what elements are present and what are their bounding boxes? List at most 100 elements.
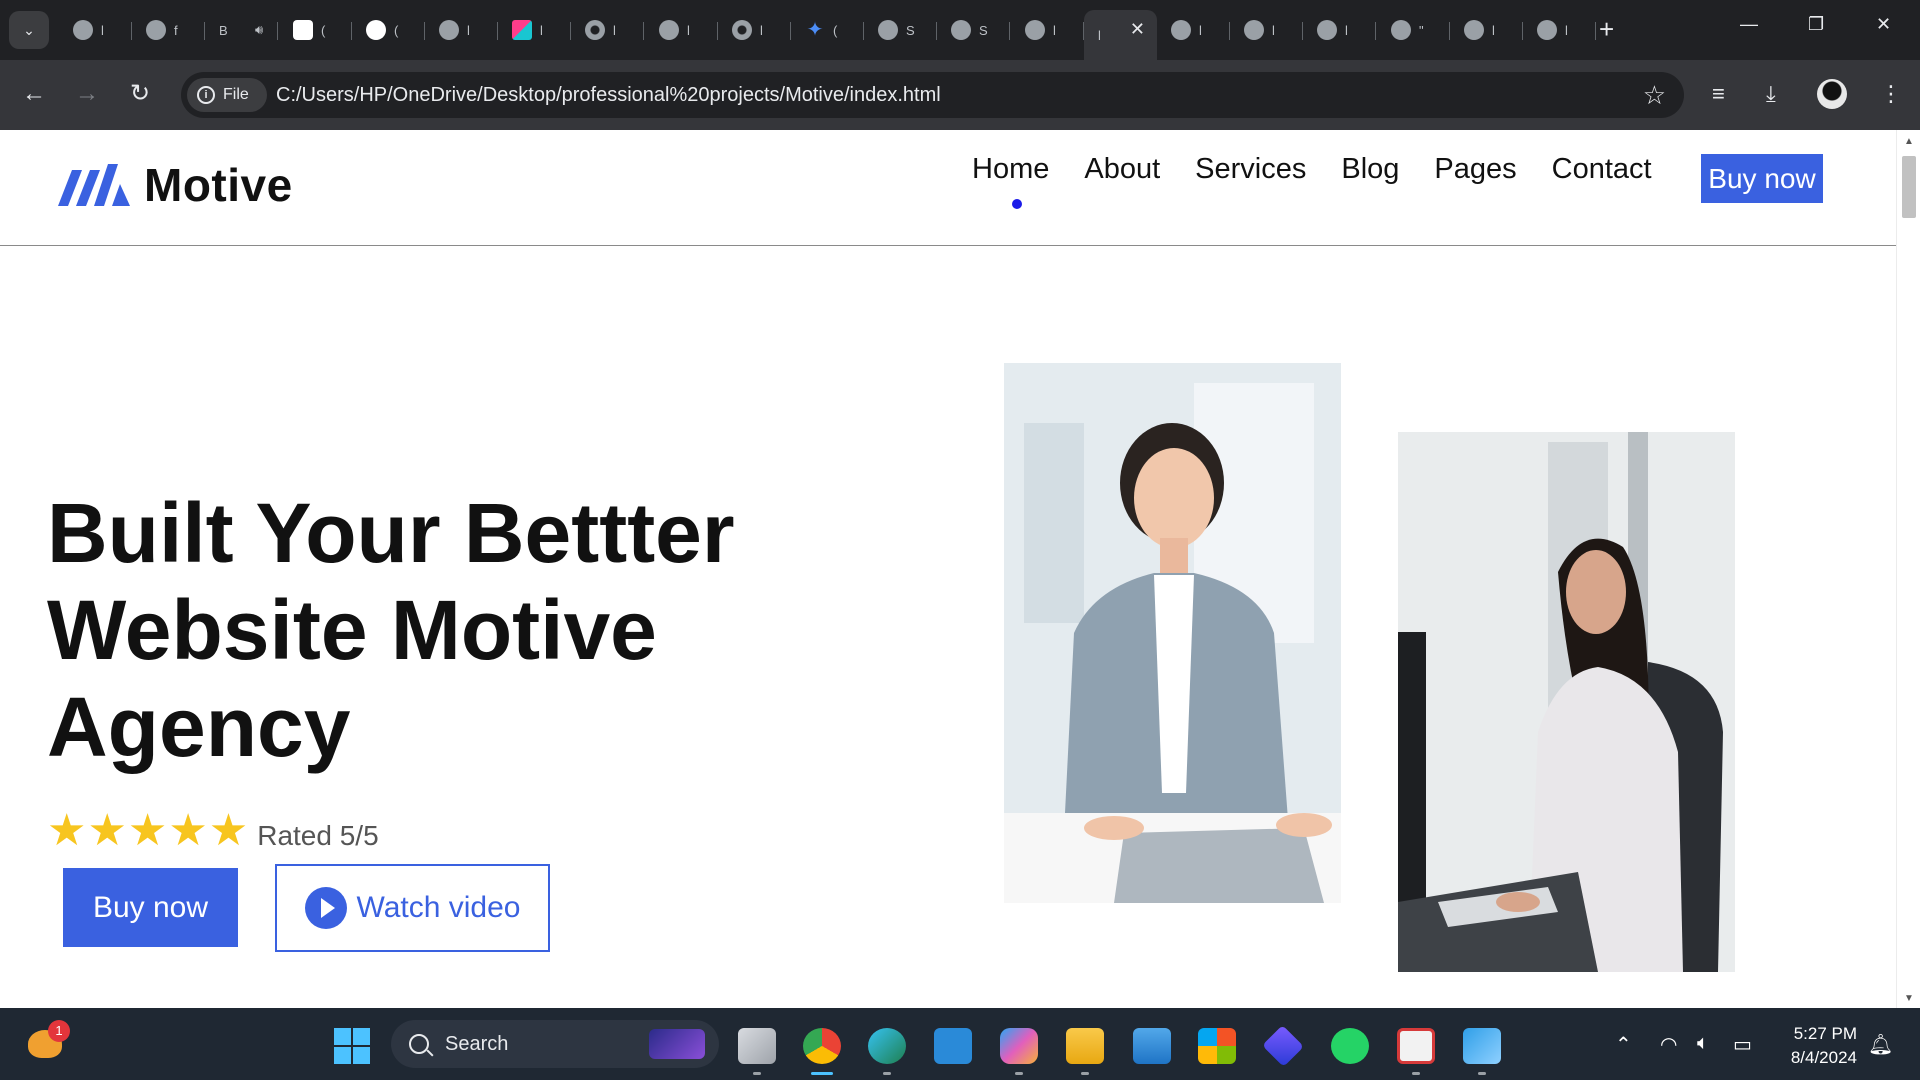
tab-search-button[interactable]: ⌄ [9, 11, 49, 49]
page-scrollbar[interactable]: ▲ ▼ [1896, 130, 1920, 1008]
windows-taskbar: 1 Search ⌃ ◠ 🔈︎ ▭ 5:27 PM 8/4/2024 🔔︎ [0, 1008, 1920, 1080]
browser-tab[interactable]: l [645, 10, 718, 50]
tab-title: " [1419, 22, 1424, 38]
tab-title: l [760, 22, 763, 38]
vscode-icon[interactable] [934, 1028, 972, 1064]
close-tab-icon[interactable]: ✕ [1130, 19, 1145, 40]
brand-logo[interactable]: Motive [58, 158, 293, 212]
browser-tab[interactable]: l [1303, 10, 1376, 50]
nav-pages[interactable]: Pages [1434, 153, 1516, 186]
browser-tab[interactable]: " [1377, 10, 1450, 50]
scroll-thumb[interactable] [1902, 156, 1916, 218]
globe-icon [1317, 20, 1337, 40]
browser-tab[interactable]: l [1011, 10, 1084, 50]
scroll-down-arrow-icon[interactable]: ▼ [1904, 993, 1914, 1004]
copilot-icon[interactable] [1000, 1028, 1038, 1064]
site-info-chip[interactable]: i File [187, 78, 267, 112]
tab-title: l [101, 22, 104, 38]
chrome-icon[interactable] [803, 1028, 841, 1064]
search-highlight-image [649, 1029, 705, 1059]
browser-tab[interactable]: S [864, 10, 937, 50]
gemini-icon: ✦ [806, 19, 824, 41]
browser-tab[interactable]: ✦( [791, 10, 864, 50]
media-queue-icon[interactable]: ≡ [1712, 82, 1725, 106]
task-view-icon[interactable] [738, 1028, 776, 1064]
tab-title: l [467, 22, 470, 38]
header-buy-now-button[interactable]: Buy now [1701, 154, 1823, 203]
tab-title: ( [321, 22, 326, 38]
notifications-bell-icon[interactable]: 🔔︎ [1868, 1032, 1893, 1057]
play-icon [304, 887, 347, 929]
browser-tab[interactable]: ( [352, 10, 425, 50]
search-icon [409, 1034, 429, 1054]
windows-start-icon[interactable] [334, 1028, 370, 1064]
address-bar[interactable]: i File C:/Users/HP/OneDrive/Desktop/prof… [181, 72, 1684, 118]
app-indicator [1412, 1072, 1420, 1075]
new-tab-button[interactable]: + [1599, 14, 1614, 44]
volume-icon[interactable]: 🔈︎ [1697, 1032, 1709, 1055]
arrow-right-icon[interactable]: → [75, 80, 99, 108]
file-explorer-icon[interactable] [1066, 1028, 1104, 1064]
globe-icon [146, 20, 166, 40]
profile-avatar[interactable] [1817, 79, 1847, 109]
mail-icon[interactable] [1133, 1028, 1171, 1064]
wifi-icon[interactable]: ◠ [1660, 1032, 1677, 1057]
chrome-favicon-icon [732, 20, 752, 40]
browser-tab[interactable]: l [59, 10, 132, 50]
browser-tab[interactable]: ( [279, 10, 352, 50]
restore-icon[interactable]: ❐ [1808, 14, 1824, 35]
globe-icon [73, 20, 93, 40]
hero-photo-businesswoman [1004, 363, 1341, 903]
app-indicator [1081, 1072, 1089, 1075]
browser-tab[interactable]: B 🔊︎ [205, 10, 278, 50]
battery-icon[interactable]: ▭ [1733, 1032, 1752, 1057]
nav-services[interactable]: Services [1195, 153, 1306, 186]
speaker-icon[interactable]: 🔊︎ [255, 22, 263, 38]
nav-about[interactable]: About [1084, 153, 1160, 186]
app-indicator [1478, 1072, 1486, 1075]
browser-tab[interactable]: l [571, 10, 644, 50]
globe-icon [878, 20, 898, 40]
clock-time: 5:27 PM [1793, 1024, 1857, 1043]
kebab-menu-icon[interactable]: ⋮ [1880, 82, 1902, 106]
watch-video-button[interactable]: Watch video [275, 864, 550, 952]
chevron-up-icon[interactable]: ⌃ [1615, 1032, 1632, 1057]
browser-tab[interactable]: S [937, 10, 1010, 50]
reload-icon[interactable]: ↻ [130, 80, 150, 108]
browser-tab[interactable]: l [498, 10, 571, 50]
edge-icon[interactable] [868, 1028, 906, 1064]
browser-tab[interactable]: l [1230, 10, 1303, 50]
download-icon[interactable]: ⤓ [1766, 82, 1776, 106]
hero-buy-now-button[interactable]: Buy now [63, 868, 238, 947]
clock-date: 8/4/2024 [1790, 1048, 1857, 1067]
clipchamp-icon[interactable] [1262, 1025, 1304, 1067]
close-window-icon[interactable]: ✕ [1876, 14, 1891, 35]
browser-tab[interactable]: l [718, 10, 791, 50]
nav-home[interactable]: Home [972, 153, 1050, 209]
tab-title: ( [394, 22, 399, 38]
url-text[interactable]: C:/Users/HP/OneDrive/Desktop/professiona… [276, 84, 941, 107]
browser-tab-active[interactable]: l ✕ [1084, 10, 1157, 60]
taskbar-search-box[interactable]: Search [391, 1020, 719, 1068]
minimize-icon[interactable]: — [1740, 14, 1758, 35]
browser-tab[interactable]: f [132, 10, 205, 50]
browser-tab[interactable]: l [1157, 10, 1230, 50]
nav-home-label: Home [972, 153, 1050, 185]
browser-tab[interactable]: l [1523, 10, 1596, 50]
browser-tab[interactable]: l [1450, 10, 1523, 50]
site-header: Motive Home About Services Blog Pages Co… [0, 130, 1896, 246]
notification-badge: 1 [48, 1020, 70, 1042]
nav-contact[interactable]: Contact [1552, 153, 1652, 186]
arrow-left-icon[interactable]: ← [22, 80, 46, 108]
star-icon[interactable]: ☆ [1643, 80, 1666, 111]
tab-title: l [1098, 27, 1101, 43]
system-clock[interactable]: 5:27 PM 8/4/2024 [1772, 1022, 1857, 1070]
photos-icon[interactable] [1463, 1028, 1501, 1064]
scroll-up-arrow-icon[interactable]: ▲ [1904, 136, 1914, 147]
snipping-tool-icon[interactable] [1397, 1028, 1435, 1064]
whatsapp-icon[interactable] [1331, 1028, 1369, 1064]
chevron-down-icon: ⌄ [23, 21, 35, 38]
browser-tab[interactable]: l [425, 10, 498, 50]
nav-blog[interactable]: Blog [1341, 153, 1399, 186]
microsoft-store-icon[interactable] [1198, 1028, 1236, 1064]
